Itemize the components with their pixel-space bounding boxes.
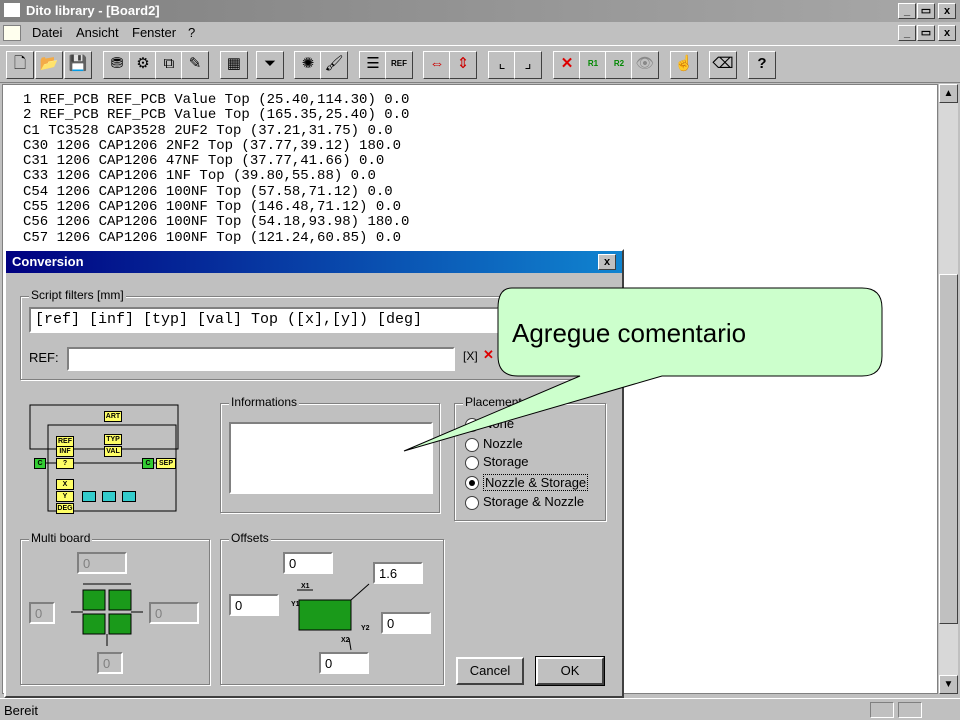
callout-text: Agregue comentario [512,318,747,348]
callout-bubble [403,287,883,452]
